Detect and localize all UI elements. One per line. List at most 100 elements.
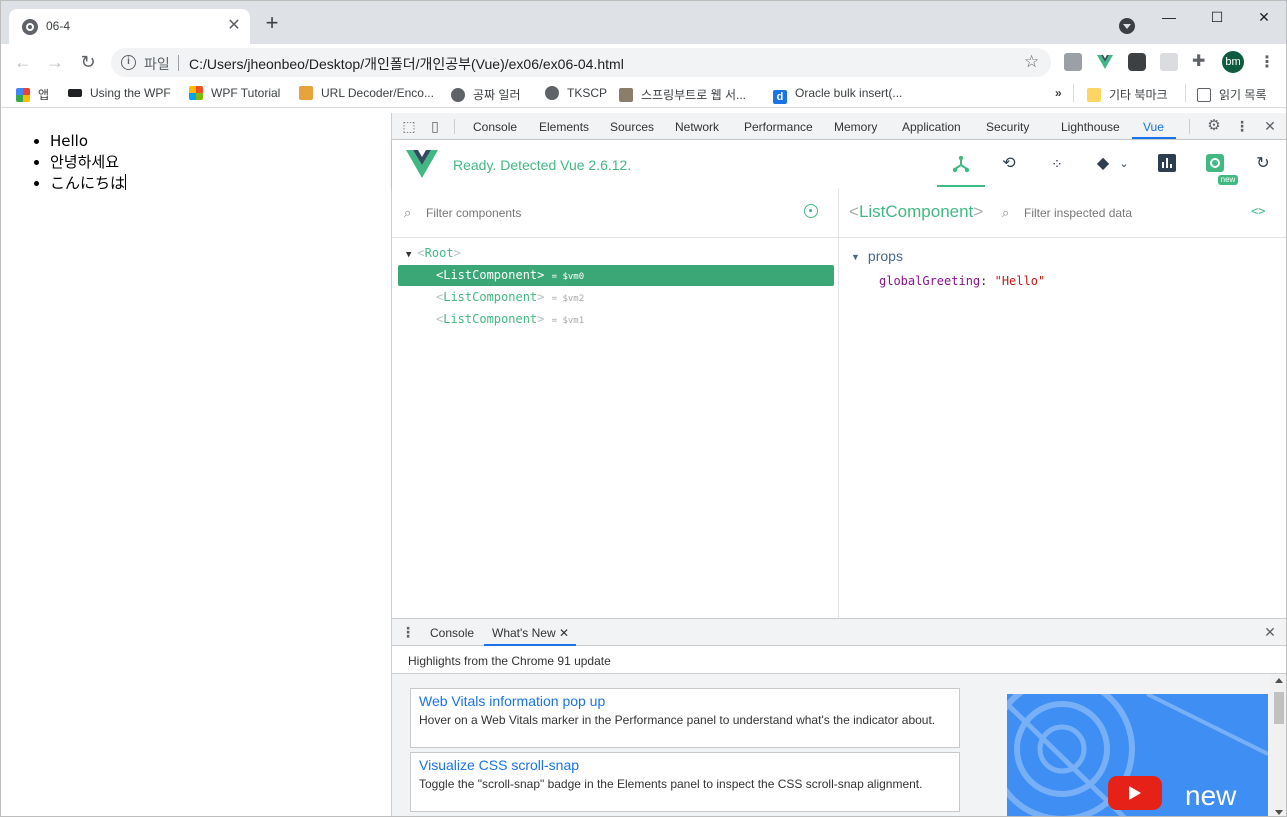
tab-network[interactable]: Network <box>675 120 719 134</box>
vuex-icon[interactable]: ⁘ <box>1047 154 1067 174</box>
tabbar-divider <box>454 119 455 134</box>
bookmark-item[interactable]: 공짜 일러 <box>451 86 521 103</box>
settings-gear-icon[interactable]: ⚙ <box>1206 118 1222 134</box>
browser-tab[interactable]: 06-4 ✕ <box>9 9 250 44</box>
tab-lighthouse[interactable]: Lighthouse <box>1061 120 1120 134</box>
extension-icon[interactable] <box>1064 53 1082 71</box>
router-icon[interactable]: ◆ <box>1093 154 1113 174</box>
tab-memory[interactable]: Memory <box>834 120 877 134</box>
tab-title: 06-4 <box>46 19 71 33</box>
reading-list-button[interactable]: 읽기 목록 <box>1197 86 1267 103</box>
performance-chart-icon[interactable] <box>1157 154 1177 174</box>
graduation-cap-icon <box>68 89 82 97</box>
whats-new-video-thumbnail[interactable]: new <box>1007 694 1268 816</box>
refresh-icon[interactable]: ↻ <box>1253 154 1273 174</box>
props-section-header[interactable]: ▼ props <box>851 248 903 264</box>
drawer-tab-console[interactable]: Console <box>430 626 474 640</box>
tab-vue[interactable]: Vue <box>1143 120 1164 134</box>
pdf-extension-icon[interactable] <box>1160 53 1178 71</box>
whats-new-card[interactable]: Web Vitals information pop up Hover on a… <box>410 688 960 748</box>
close-drawer-icon[interactable]: ✕ <box>1262 624 1278 640</box>
scrollbar-thumb[interactable] <box>1274 692 1284 724</box>
history-timeline-icon[interactable]: ⟲ <box>999 154 1019 174</box>
browser-toolbar: ← → ↻ i 파일 C:/Users/jheonbeo/Desktop/개인폴… <box>1 44 1286 80</box>
filter-inspected-input[interactable]: Filter inspected data <box>1024 206 1132 220</box>
drawer-tab-label: What's New <box>492 626 556 640</box>
info-icon[interactable]: i <box>121 55 136 70</box>
url-text[interactable]: C:/Users/jheonbeo/Desktop/개인폴더/개인공부(Vue)… <box>189 54 624 74</box>
tab-console[interactable]: Console <box>473 120 517 134</box>
tab-sources[interactable]: Sources <box>610 120 654 134</box>
address-bar[interactable]: i 파일 C:/Users/jheonbeo/Desktop/개인폴더/개인공부… <box>111 48 1051 77</box>
other-bookmarks-folder[interactable]: 기타 북마크 <box>1087 86 1168 103</box>
tab-close-icon[interactable]: ✕ <box>226 17 242 35</box>
more-options-icon[interactable]: ⋮ <box>1234 118 1250 134</box>
browser-menu-icon[interactable]: ⋮ <box>1259 52 1275 72</box>
tree-bracket: > <box>453 246 461 260</box>
device-toolbar-icon[interactable]: ▯ <box>427 118 443 134</box>
bookmarks-overflow-button[interactable]: » <box>1055 86 1062 100</box>
chevron-down-icon[interactable]: ⌄ <box>1114 154 1134 174</box>
tab-elements[interactable]: Elements <box>539 120 589 134</box>
bookmark-item[interactable]: 스프링부트로 웹 서... <box>619 86 746 103</box>
folder-label: 기타 북마크 <box>1109 88 1168 102</box>
maximize-button[interactable]: ☐ <box>1194 7 1240 27</box>
drawer-menu-icon[interactable]: ⋮ <box>400 624 416 640</box>
expand-triangle-icon[interactable]: ▼ <box>851 252 860 262</box>
profile-avatar[interactable]: bm <box>1222 51 1244 73</box>
close-tab-icon[interactable]: ✕ <box>559 626 569 640</box>
reload-icon[interactable]: ↻ <box>76 50 100 74</box>
whats-new-card[interactable]: Visualize CSS scroll-snap Toggle the "sc… <box>410 752 960 812</box>
vue-devtools-extension-icon[interactable] <box>1096 53 1114 71</box>
tab-application[interactable]: Application <box>902 120 961 134</box>
media-extension-icon[interactable] <box>1128 53 1146 71</box>
puzzle-icon[interactable]: ✚ <box>1192 53 1210 71</box>
card-description: Toggle the "scroll-snap" badge in the El… <box>419 777 923 791</box>
scroll-down-icon[interactable] <box>1275 810 1283 815</box>
reading-list-label: 읽기 목록 <box>1219 88 1267 102</box>
tree-row[interactable]: <ListComponent> = $vm1 <box>398 309 834 330</box>
inspector-pane: <ListComponent> ⌕ Filter inspected data … <box>839 188 1286 618</box>
drawer-scrollbar[interactable] <box>1270 674 1286 816</box>
back-arrow-icon[interactable]: ← <box>11 50 35 74</box>
inspect-element-icon[interactable]: ⬚ <box>401 118 417 134</box>
minimize-button[interactable]: — <box>1146 7 1192 27</box>
tab-security[interactable]: Security <box>986 120 1029 134</box>
bookmark-item[interactable]: WPF Tutorial <box>189 86 280 100</box>
bookmark-item[interactable]: TKSCP <box>545 86 607 100</box>
bookmark-item[interactable]: URL Decoder/Enco... <box>299 86 434 100</box>
prop-row[interactable]: globalGreeting: "Hello" <box>879 274 1045 288</box>
inspect-dom-icon[interactable]: <> <box>1251 204 1265 218</box>
forward-arrow-icon[interactable]: → <box>43 50 67 74</box>
scroll-up-icon[interactable] <box>1275 678 1283 683</box>
tab-performance[interactable]: Performance <box>744 120 813 134</box>
bookmarks-divider <box>1073 84 1074 102</box>
components-tab-icon[interactable] <box>951 154 971 174</box>
new-tab-button[interactable]: + <box>259 10 285 36</box>
tree-root-row[interactable]: ▼ <Root> <box>398 243 834 264</box>
select-component-target-icon[interactable] <box>804 204 818 218</box>
bookmark-label: 스프링부트로 웹 서... <box>641 88 746 102</box>
filter-components-input[interactable]: Filter components <box>426 206 521 220</box>
tree-row[interactable]: <ListComponent> = $vm2 <box>398 287 834 308</box>
browser-window: 06-4 ✕ + — ☐ ✕ ← → ↻ i 파일 C:/Users/jheon… <box>0 0 1287 817</box>
prop-value[interactable]: "Hello" <box>995 274 1046 288</box>
vue-settings-icon[interactable] <box>1205 154 1225 174</box>
bookmark-item[interactable]: d Oracle bulk insert(... <box>773 86 902 104</box>
inspected-component-title: <ListComponent> <box>849 202 984 221</box>
close-devtools-icon[interactable]: ✕ <box>1262 118 1278 134</box>
tree-row-selected[interactable]: <ListComponent> = $vm0 <box>398 265 834 286</box>
drawer-tab-whats-new[interactable]: What's New ✕ <box>492 626 569 640</box>
expand-triangle-icon[interactable]: ▼ <box>406 250 411 260</box>
bookmark-star-icon[interactable]: ☆ <box>1024 52 1039 72</box>
card-title-link[interactable]: Visualize CSS scroll-snap <box>419 757 579 773</box>
whats-new-content: Web Vitals information pop up Hover on a… <box>392 673 1286 816</box>
tab-search-icon[interactable] <box>1119 18 1135 34</box>
bookmark-item[interactable]: Using the WPF <box>68 86 171 100</box>
tree-vm-ref: = $vm0 <box>551 272 585 282</box>
youtube-play-icon[interactable] <box>1108 776 1162 810</box>
card-title-link[interactable]: Web Vitals information pop up <box>419 693 605 709</box>
close-window-button[interactable]: ✕ <box>1241 7 1286 27</box>
bookmark-item[interactable]: 앱 <box>16 86 49 103</box>
vue-logo-icon <box>406 150 438 178</box>
